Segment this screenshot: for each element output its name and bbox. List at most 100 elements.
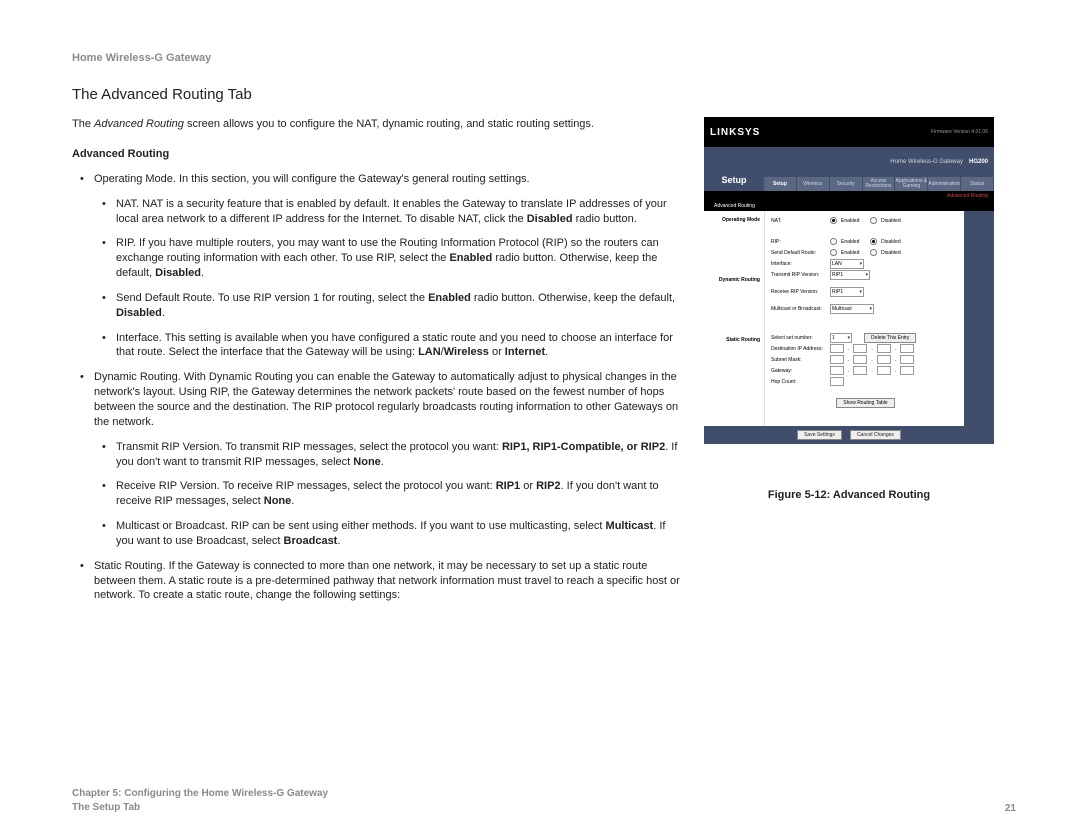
- ip-octet-input[interactable]: [853, 355, 867, 364]
- sub-list: Transmit RIP Version. To transmit RIP me…: [94, 440, 682, 549]
- router-body: Operating Mode Dynamic Routing Static Ro…: [704, 211, 994, 426]
- text-column: The Advanced Routing screen allows you t…: [72, 117, 682, 613]
- setup-heading: Setup: [704, 147, 764, 191]
- tab-apps[interactable]: Applications & Gaming: [895, 177, 928, 191]
- ip-octet-input[interactable]: [877, 344, 891, 353]
- list-item: Receive RIP Version. To receive RIP mess…: [94, 479, 682, 509]
- list-item: Operating Mode. In this section, you wil…: [72, 172, 682, 360]
- main-tabs: Setup Wireless Security Access Restricti…: [764, 177, 994, 191]
- nat-label: NAT:: [771, 218, 826, 224]
- bullet-list: Operating Mode. In this section, you wil…: [72, 172, 682, 603]
- nat-enabled-radio[interactable]: [830, 217, 837, 224]
- page-footer: Chapter 5: Configuring the Home Wireless…: [72, 787, 1016, 814]
- router-admin-screenshot: LINKSYS Firmware Version 4.01.06 Setup H…: [704, 117, 994, 479]
- page-title: The Advanced Routing Tab: [72, 86, 1016, 103]
- subnet-label: Subnet Mask:: [771, 357, 826, 363]
- footer-left: Chapter 5: Configuring the Home Wireless…: [72, 787, 328, 814]
- txrip-select[interactable]: RIP1▾: [830, 270, 870, 280]
- router-screenshot-figure: LINKSYS Firmware Version 4.01.06 Setup H…: [704, 117, 994, 501]
- list-item: RIP. If you have multiple routers, you m…: [94, 236, 682, 281]
- sdr-disable-radio[interactable]: [870, 249, 877, 256]
- side-dynroute: Dynamic Routing: [704, 275, 764, 285]
- txrip-label: Transmit RIP Version:: [771, 272, 826, 278]
- ip-octet-input[interactable]: [877, 355, 891, 364]
- running-header: Home Wireless-G Gateway: [72, 52, 1016, 64]
- rip-enabled-radio[interactable]: [830, 238, 837, 245]
- gateway-label: Gateway:: [771, 368, 826, 374]
- sdr-label: Send Default Route:: [771, 250, 826, 256]
- item-text: Static Routing. If the Gateway is connec…: [94, 560, 680, 602]
- subtab-row[interactable]: Advanced Routing: [704, 191, 994, 201]
- side-statroute: Static Routing: [704, 335, 764, 345]
- chevron-down-icon: ▾: [869, 306, 872, 312]
- router-footer: Save Settings Cancel Changes: [704, 426, 994, 444]
- ip-octet-input[interactable]: [830, 344, 844, 353]
- tab-status[interactable]: Status: [961, 177, 994, 191]
- two-column-layout: The Advanced Routing screen allows you t…: [72, 117, 1016, 613]
- chevron-down-icon: ▾: [865, 272, 868, 278]
- ip-octet-input[interactable]: [853, 366, 867, 375]
- tab-security[interactable]: Security: [830, 177, 863, 191]
- iface-label: Interface:: [771, 261, 826, 267]
- model-code: HG200: [969, 159, 988, 165]
- item-text: Operating Mode. In this section, you wil…: [94, 173, 530, 185]
- rxrip-select[interactable]: RIP1▾: [830, 287, 864, 297]
- ip-octet-input[interactable]: [830, 366, 844, 375]
- section-subhead: Advanced Routing: [72, 148, 682, 160]
- section-label: Advanced Routing: [704, 201, 994, 211]
- show-routing-table-button[interactable]: Show Routing Table: [836, 398, 894, 408]
- chevron-down-icon: ▾: [847, 335, 850, 341]
- item-text: Dynamic Routing. With Dynamic Routing yo…: [94, 371, 678, 428]
- rip-disabled-radio[interactable]: [870, 238, 877, 245]
- mcast-select[interactable]: Multicast▾: [830, 304, 874, 314]
- selset-select[interactable]: 1▾: [830, 333, 852, 343]
- ip-octet-input[interactable]: [900, 366, 914, 375]
- model-text: Home Wireless-G Gateway: [890, 159, 963, 165]
- figure-column: LINKSYS Firmware Version 4.01.06 Setup H…: [704, 117, 994, 613]
- interface-select[interactable]: LAN▾: [830, 259, 864, 269]
- hop-input[interactable]: [830, 377, 844, 386]
- router-form: NAT:Enabled Disabled RIP:Enabled Disable…: [764, 211, 964, 426]
- footer-section: The Setup Tab: [72, 801, 328, 815]
- list-item: Multicast or Broadcast. RIP can be sent …: [94, 519, 682, 549]
- save-settings-button[interactable]: Save Settings: [797, 430, 842, 440]
- tab-setup[interactable]: Setup: [764, 177, 797, 191]
- list-item: NAT. NAT is a security feature that is e…: [94, 197, 682, 227]
- ip-octet-input[interactable]: [830, 355, 844, 364]
- delete-entry-button[interactable]: Delete This Entry: [864, 333, 916, 343]
- ip-octet-input[interactable]: [900, 355, 914, 364]
- mcast-label: Multicast or Broadcast:: [771, 306, 826, 312]
- model-row: Home Wireless-G Gateway HG200: [764, 147, 994, 177]
- tab-admin[interactable]: Administration: [928, 177, 961, 191]
- firmware-version: Firmware Version 4.01.06: [931, 129, 988, 135]
- intro-emphasis: Advanced Routing: [94, 118, 184, 130]
- list-item: Send Default Route. To use RIP version 1…: [94, 291, 682, 321]
- tab-wireless[interactable]: Wireless: [797, 177, 830, 191]
- cancel-changes-button[interactable]: Cancel Changes: [850, 430, 901, 440]
- side-opmode: Operating Mode: [704, 215, 764, 225]
- destip-label: Destination IP Address:: [771, 346, 826, 352]
- ip-octet-input[interactable]: [853, 344, 867, 353]
- list-item: Static Routing. If the Gateway is connec…: [72, 559, 682, 604]
- document-page: Home Wireless-G Gateway The Advanced Rou…: [0, 0, 1080, 834]
- side-labels: Operating Mode Dynamic Routing Static Ro…: [704, 211, 764, 426]
- footer-chapter: Chapter 5: Configuring the Home Wireless…: [72, 787, 328, 801]
- router-title-bar: Setup Home Wireless-G Gateway HG200 Setu…: [704, 147, 994, 191]
- intro-rest: screen allows you to configure the NAT, …: [184, 118, 594, 130]
- selset-label: Select set number:: [771, 335, 826, 341]
- intro-paragraph: The Advanced Routing screen allows you t…: [72, 117, 682, 132]
- list-item: Interface. This setting is available whe…: [94, 331, 682, 361]
- figure-caption: Figure 5-12: Advanced Routing: [704, 489, 994, 501]
- ip-octet-input[interactable]: [900, 344, 914, 353]
- chevron-down-icon: ▾: [859, 289, 862, 295]
- help-sidebar: [964, 211, 994, 426]
- list-item: Dynamic Routing. With Dynamic Routing yo…: [72, 370, 682, 548]
- intro-prefix: The: [72, 118, 94, 130]
- hop-label: Hop Count:: [771, 379, 826, 385]
- tab-access[interactable]: Access Restrictions: [863, 177, 896, 191]
- sdr-enable-radio[interactable]: [830, 249, 837, 256]
- page-number: 21: [1005, 803, 1016, 814]
- router-top-bar: LINKSYS Firmware Version 4.01.06: [704, 117, 994, 147]
- nat-disabled-radio[interactable]: [870, 217, 877, 224]
- ip-octet-input[interactable]: [877, 366, 891, 375]
